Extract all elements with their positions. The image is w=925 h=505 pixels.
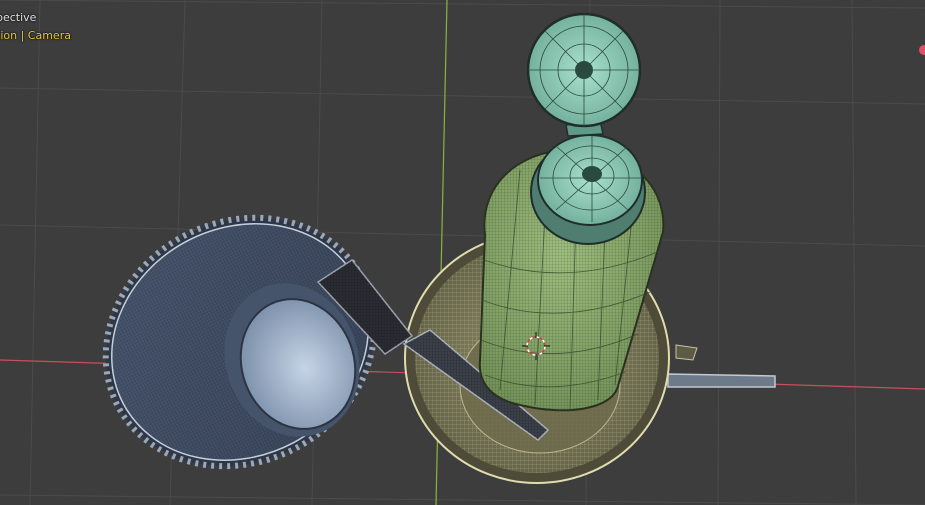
bottle-cap-open[interactable] <box>526 12 642 137</box>
ribbed-cup[interactable] <box>62 171 418 505</box>
3d-viewport[interactable]: pective tion | Camera <box>0 0 925 505</box>
view-mode-label: pective <box>0 11 37 24</box>
active-object-label: Camera <box>27 29 71 42</box>
collection-camera-label: tion | Camera <box>0 29 71 43</box>
viewport-scene[interactable] <box>0 0 925 505</box>
label-separator: | <box>20 29 25 42</box>
collection-label: tion <box>0 29 18 42</box>
navigation-gizmo-x-dot[interactable] <box>919 45 925 55</box>
bottle-cap[interactable] <box>530 134 646 245</box>
funnel-handle[interactable] <box>667 373 776 388</box>
